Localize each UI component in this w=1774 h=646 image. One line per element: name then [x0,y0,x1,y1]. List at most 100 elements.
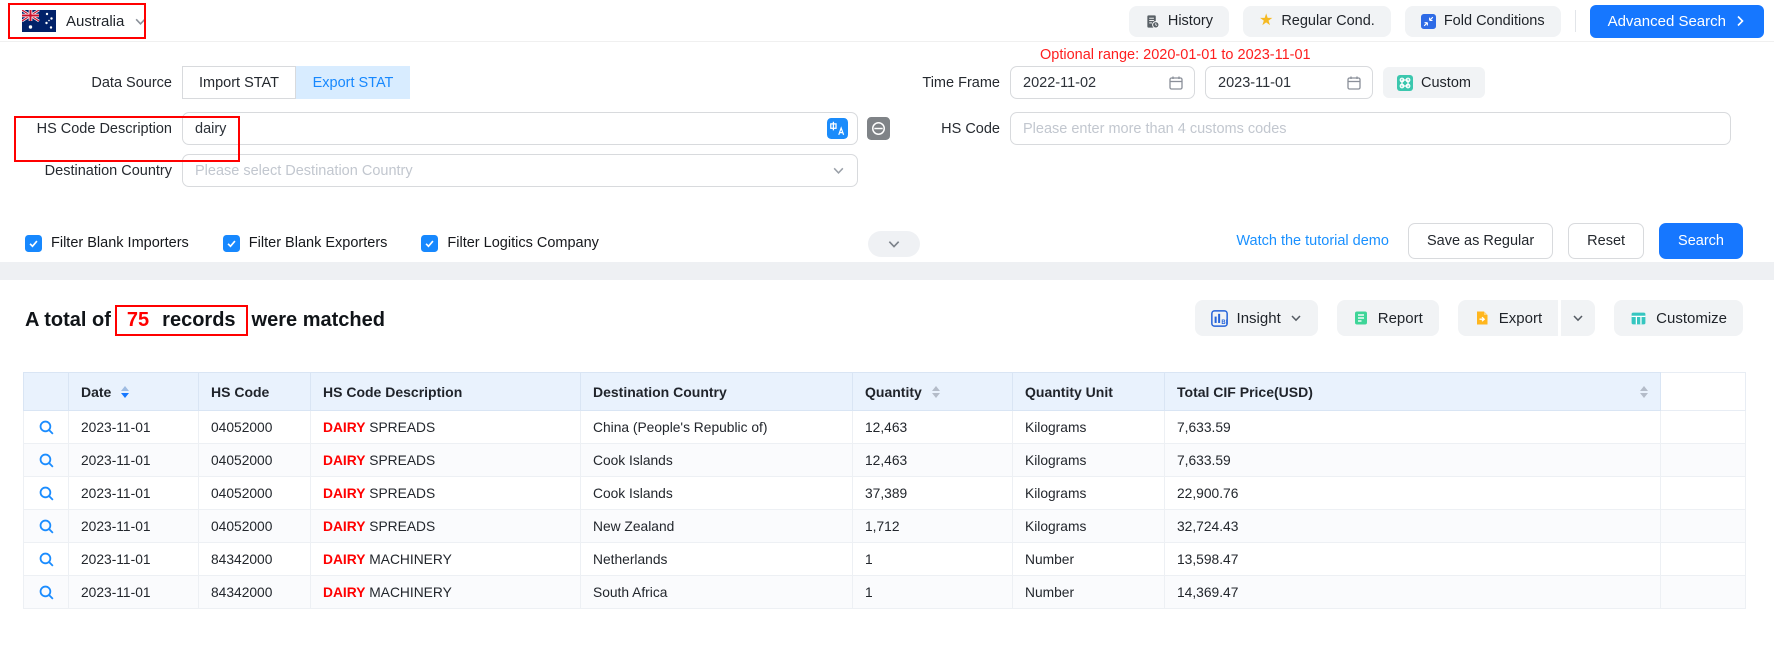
row-search-icon [38,551,55,568]
result-summary: A total of 75 records were matched [25,300,385,340]
advanced-search-label: Advanced Search [1608,13,1726,30]
cell-hs-code: 84342000 [199,543,311,576]
regular-cond-button[interactable]: ★ Regular Cond. [1243,6,1391,37]
table-row: 2023-11-01 04052000 DAIRY SPREADS China … [24,411,1746,444]
dest-country-value[interactable] [195,163,832,179]
report-icon [1353,310,1369,326]
result-actions: BI Insight Report Export [1195,300,1743,336]
import-stat-tab[interactable]: Import STAT [182,66,296,99]
col-header-label: Quantity [865,384,922,400]
filter-checkbox-label: Filter Blank Importers [51,235,189,251]
cell-date: 2023-11-01 [69,444,199,477]
cell-dest-country: China (People's Republic of) [581,411,853,444]
fold-conditions-button[interactable]: Fold Conditions [1405,6,1561,37]
topbar-actions: History ★ Regular Cond. Fold Conditions … [1129,5,1764,37]
chevron-down-icon [1572,312,1584,324]
hs-desc-value[interactable] [195,121,827,137]
cell-quantity-unit: Kilograms [1013,411,1165,444]
col-header-spacer [1661,373,1746,411]
row-detail-button[interactable] [24,444,69,477]
advanced-search-button[interactable]: Advanced Search [1590,5,1764,38]
keyword-highlight: DAIRY [323,585,365,600]
cell-spacer [1661,477,1746,510]
cell-hs-code: 04052000 [199,510,311,543]
date-start-input[interactable] [1010,66,1195,99]
save-as-regular-button[interactable]: Save as Regular [1408,223,1553,259]
checkbox-checked-icon [223,235,240,252]
col-header-label: HS Code [211,384,269,400]
customize-label: Customize [1656,310,1727,327]
col-header-quantity[interactable]: Quantity [853,373,1013,411]
cell-quantity-unit: Kilograms [1013,444,1165,477]
hs-desc-input[interactable] [182,112,858,145]
export-icon [1474,310,1490,326]
dest-country-select[interactable] [182,154,858,187]
cell-hs-desc: DAIRY SPREADS [311,477,581,510]
customize-button[interactable]: Customize [1614,300,1743,336]
desc-rest: SPREADS [365,453,435,468]
date-end-value[interactable] [1218,75,1346,91]
cell-dest-country: Cook Islands [581,444,853,477]
insight-button[interactable]: BI Insight [1195,300,1318,336]
cell-spacer [1661,543,1746,576]
reset-button[interactable]: Reset [1568,223,1644,259]
history-button[interactable]: History [1129,6,1229,37]
hs-code-label: HS Code [760,121,1000,137]
country-name: Australia [66,13,124,30]
collapse-conditions-button[interactable] [868,231,920,257]
export-button[interactable]: Export [1458,300,1558,336]
cell-hs-desc: DAIRY SPREADS [311,444,581,477]
row-detail-button[interactable] [24,477,69,510]
cell-hs-desc: DAIRY MACHINERY [311,543,581,576]
cell-dest-country: Cook Islands [581,477,853,510]
table-row: 2023-11-01 04052000 DAIRY SPREADS New Ze… [24,510,1746,543]
row-search-icon [38,452,55,469]
row-detail-button[interactable] [24,576,69,609]
cell-date: 2023-11-01 [69,543,199,576]
date-start-value[interactable] [1023,75,1168,91]
export-options-button[interactable] [1561,300,1595,336]
hs-code-row: HS Code [760,112,1731,145]
report-button[interactable]: Report [1337,300,1439,336]
country-selector[interactable]: Australia [10,5,173,37]
cell-quantity: 1 [853,576,1013,609]
optional-range-text: Optional range: 2020-01-01 to 2023-11-01 [1040,47,1311,63]
calendar-icon [1168,75,1184,91]
keyword-highlight: DAIRY [323,453,365,468]
table-row: 2023-11-01 04052000 DAIRY SPREADS Cook I… [24,444,1746,477]
export-stat-tab[interactable]: Export STAT [296,66,410,99]
table-row: 2023-11-01 84342000 DAIRY MACHINERY Sout… [24,576,1746,609]
sort-carets[interactable] [932,386,940,398]
sort-carets[interactable] [1640,386,1648,398]
regular-cond-label: Regular Cond. [1281,13,1375,29]
cell-quantity-unit: Number [1013,543,1165,576]
search-button[interactable]: Search [1659,223,1743,259]
custom-range-button[interactable]: Custom [1383,67,1485,98]
cell-dest-country: Netherlands [581,543,853,576]
hs-code-input[interactable] [1010,112,1731,145]
chevron-down-icon [1290,312,1302,324]
filter-checkbox[interactable]: Filter Blank Exporters [223,235,388,252]
hs-code-value[interactable] [1023,121,1721,137]
tutorial-demo-link[interactable]: Watch the tutorial demo [1236,233,1389,249]
row-detail-button[interactable] [24,543,69,576]
date-end-input[interactable] [1205,66,1373,99]
col-header-label: Total CIF Price(USD) [1177,384,1313,400]
filter-checkbox-label: Filter Logitics Company [447,235,599,251]
cell-dest-country: South Africa [581,576,853,609]
col-header-hs-code: HS Code [199,373,311,411]
row-detail-button[interactable] [24,510,69,543]
filter-checkbox[interactable]: Filter Logitics Company [421,235,599,252]
export-split-button: Export [1458,300,1595,336]
desc-rest: SPREADS [365,519,435,534]
filter-checkbox[interactable]: Filter Blank Importers [25,235,189,252]
desc-rest: MACHINERY [365,552,451,567]
cell-total-cif: 7,633.59 [1165,444,1661,477]
col-header-date[interactable]: Date [69,373,199,411]
row-detail-button[interactable] [24,411,69,444]
col-header-quantity-unit: Quantity Unit [1013,373,1165,411]
customize-icon [1630,310,1647,327]
result-suffix: were matched [252,309,385,332]
col-header-total-cif[interactable]: Total CIF Price(USD) [1165,373,1661,411]
sort-carets[interactable] [121,386,129,398]
